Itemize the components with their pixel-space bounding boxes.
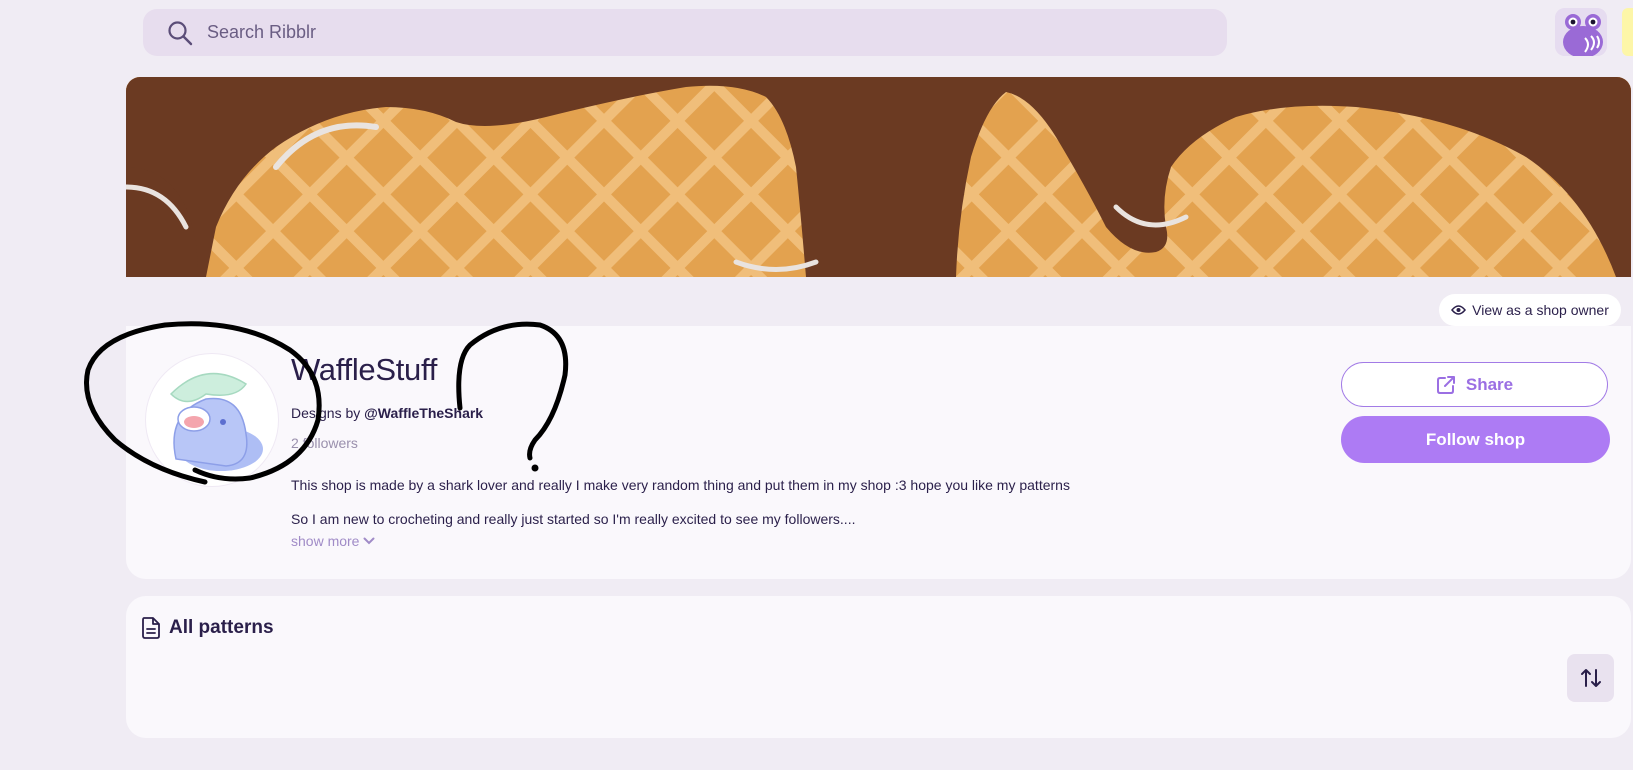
share-button[interactable]: Share (1341, 362, 1608, 407)
designs-prefix: Designs by (291, 405, 365, 421)
shop-description-line-2: So I am new to crocheting and really jus… (291, 511, 856, 527)
share-external-icon (1436, 375, 1455, 394)
patterns-title: All patterns (169, 617, 274, 638)
search-bar[interactable] (143, 9, 1227, 56)
designer-line: Designs by @WaffleTheShark (291, 405, 483, 421)
shop-avatar (146, 354, 278, 486)
shark-avatar-image (169, 372, 263, 471)
share-label: Share (1465, 374, 1514, 394)
eye-icon (1451, 305, 1467, 315)
side-tab[interactable] (1622, 8, 1633, 56)
frog-avatar-image (1555, 8, 1607, 56)
follow-shop-label: Follow shop (1425, 429, 1526, 449)
user-avatar[interactable] (1555, 8, 1607, 56)
followers-count: 2 followers (291, 435, 358, 451)
patterns-section (126, 596, 1631, 738)
shop-banner (126, 77, 1631, 277)
chevron-down-icon (363, 537, 375, 545)
follow-shop-button[interactable]: Follow shop (1341, 416, 1610, 463)
patterns-header: All patterns (141, 616, 274, 640)
shop-name: WaffleStuff (291, 352, 438, 387)
view-as-owner-button[interactable]: View as a shop owner (1439, 294, 1621, 326)
show-more-button[interactable]: show more (291, 533, 375, 549)
search-input[interactable] (205, 21, 1109, 44)
waffle-banner-image (126, 77, 1631, 277)
view-as-owner-label: View as a shop owner (1472, 302, 1609, 318)
shop-description-line-1: This shop is made by a shark lover and r… (291, 477, 1070, 493)
show-more-label: show more (291, 533, 360, 549)
search-icon (168, 20, 193, 45)
sort-button[interactable] (1567, 654, 1614, 702)
document-icon (142, 617, 160, 639)
sort-arrows-icon (1580, 669, 1601, 687)
designer-handle-link[interactable]: @WaffleTheShark (364, 405, 483, 421)
